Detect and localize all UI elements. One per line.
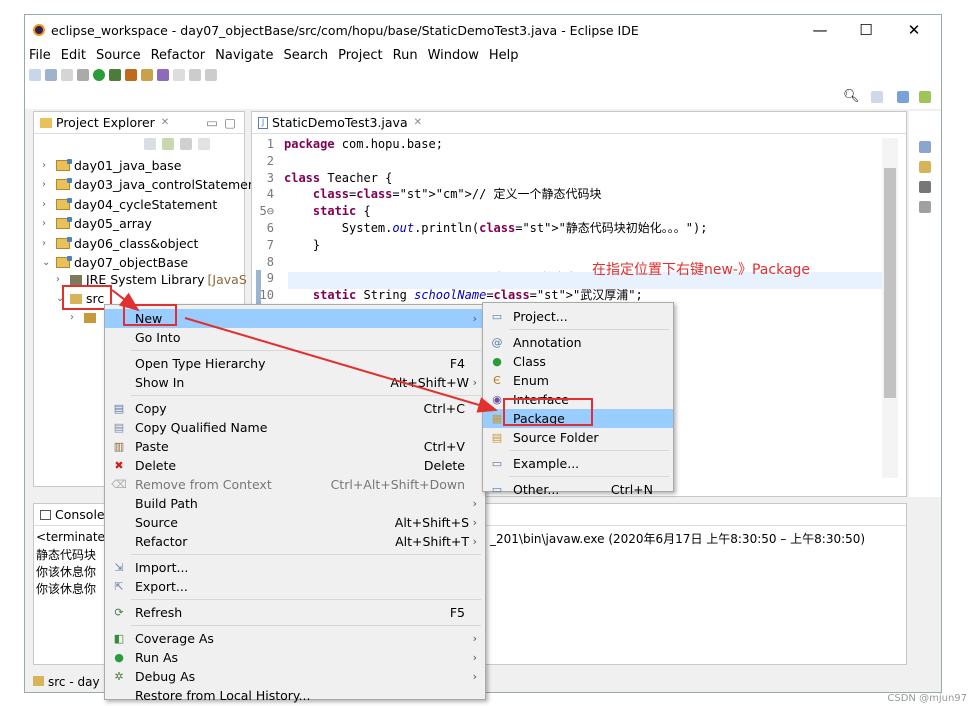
arrow-to-new [111,289,140,312]
watermark: CSDN @mjun97 [887,693,967,704]
annotation-arrows [111,289,498,413]
arrow-to-package [184,317,498,413]
